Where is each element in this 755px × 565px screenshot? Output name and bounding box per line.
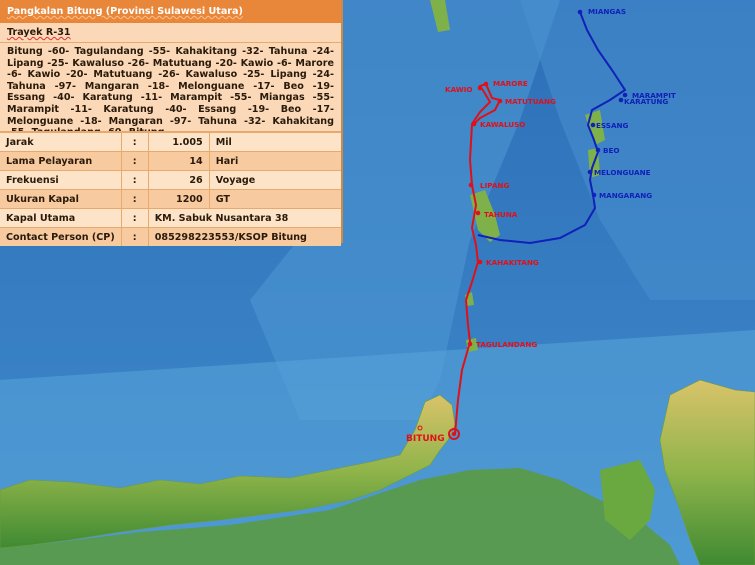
row-label: Kapal Utama bbox=[0, 208, 122, 228]
label-marore: MARORE bbox=[493, 79, 528, 88]
info-table: Jarak : 1.005 Mil Lama Pelayaran : 14 Ha… bbox=[0, 132, 341, 246]
row-label: Frekuensi bbox=[0, 170, 122, 190]
label-essang: ESSANG bbox=[596, 121, 629, 130]
trayek-route: Bitung -60- Tagulandang -55- Kahakitang … bbox=[0, 43, 341, 132]
row-separator: : bbox=[121, 227, 149, 246]
port-dot-karatung bbox=[618, 97, 624, 103]
port-dot-lipang bbox=[468, 182, 474, 188]
label-karatung: KARATUNG bbox=[624, 97, 668, 106]
port-dot-kahakitang bbox=[477, 259, 483, 265]
row-separator: : bbox=[121, 189, 149, 209]
port-dot-kawaluso bbox=[471, 121, 477, 127]
row-value: KM. Sabuk Nusantara 38 bbox=[148, 208, 341, 228]
label-tagulandang: TAGULANDANG bbox=[476, 340, 537, 349]
table-row: Jarak : 1.005 Mil bbox=[0, 132, 341, 152]
row-label: Contact Person (CP) bbox=[0, 227, 122, 246]
port-dot-tagulandang bbox=[467, 341, 473, 347]
port-dot-marore bbox=[483, 81, 489, 87]
row-separator: : bbox=[121, 132, 149, 152]
port-dot-tahuna bbox=[475, 210, 481, 216]
row-unit: GT bbox=[209, 189, 341, 209]
table-row: Frekuensi : 26 Voyage bbox=[0, 170, 341, 190]
port-dot-essang bbox=[590, 122, 596, 128]
table-row: Ukuran Kapal : 1200 GT bbox=[0, 189, 341, 209]
row-value: 1.005 bbox=[148, 132, 210, 152]
row-separator: : bbox=[121, 208, 149, 228]
label-matutuang: MATUTUANG bbox=[505, 97, 556, 106]
row-value: 14 bbox=[148, 151, 210, 171]
row-label: Lama Pelayaran bbox=[0, 151, 122, 171]
port-dot-matutuang bbox=[497, 98, 503, 104]
row-unit: Hari bbox=[209, 151, 341, 171]
row-unit: Voyage bbox=[209, 170, 341, 190]
base-port-dot bbox=[452, 432, 456, 436]
row-separator: : bbox=[121, 170, 149, 190]
table-row: Kapal Utama : KM. Sabuk Nusantara 38 bbox=[0, 208, 341, 228]
port-dot-kawio bbox=[477, 85, 483, 91]
port-dot-miangas bbox=[577, 9, 583, 15]
label-mangarang: MANGARANG bbox=[599, 191, 652, 200]
row-unit: Mil bbox=[209, 132, 341, 152]
label-miangas: MIANGAS bbox=[588, 7, 626, 16]
table-row: Lama Pelayaran : 14 Hari bbox=[0, 151, 341, 171]
row-value: 1200 bbox=[148, 189, 210, 209]
port-dot-mangarang bbox=[591, 192, 597, 198]
table-row: Contact Person (CP) : 085298223553/KSOP … bbox=[0, 227, 341, 246]
port-dot-beo bbox=[595, 147, 601, 153]
route-info-panel: Pangkalan Bitung (Provinsi Sulawesi Utar… bbox=[0, 0, 343, 246]
label-kawaluso: KAWALUSO bbox=[480, 120, 525, 129]
row-value: 26 bbox=[148, 170, 210, 190]
label-kawio: KAWIO bbox=[445, 85, 473, 94]
label-lipang: LIPANG bbox=[480, 181, 509, 190]
trayek-header: Trayek R-31 bbox=[0, 23, 341, 43]
label-melonguane: MELONGUANE bbox=[594, 168, 651, 177]
row-separator: : bbox=[121, 151, 149, 171]
label-bitung: BITUNG bbox=[406, 434, 445, 444]
row-value: 085298223553/KSOP Bitung bbox=[148, 227, 341, 246]
label-beo: BEO bbox=[603, 146, 620, 155]
panel-title: Pangkalan Bitung (Provinsi Sulawesi Utar… bbox=[0, 0, 341, 23]
label-tahuna: TAHUNA bbox=[484, 210, 518, 219]
row-label: Ukuran Kapal bbox=[0, 189, 122, 209]
label-kahakitang: KAHAKITANG bbox=[486, 258, 539, 267]
port-dot-melonguane bbox=[587, 169, 593, 175]
row-label: Jarak bbox=[0, 132, 122, 152]
